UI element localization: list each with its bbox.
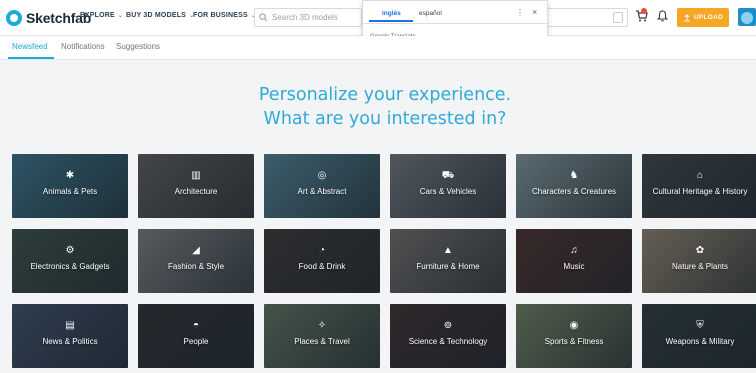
search-filter-icon[interactable] <box>613 12 623 23</box>
lamp-icon: ▲ <box>443 245 453 256</box>
category-label: Food & Drink <box>298 262 346 271</box>
category-label: Places & Travel <box>294 337 350 346</box>
shield-icon: ⛨ <box>696 320 704 331</box>
category-label: Science & Technology <box>408 337 488 346</box>
bug-icon: ✱ <box>65 170 75 181</box>
active-tab-indicator <box>8 57 54 59</box>
category-label: Music <box>563 262 585 271</box>
headline-line-2: What are you interested in? <box>263 109 507 129</box>
tab-suggestions[interactable]: Suggestions <box>116 42 160 51</box>
category-tile-sports-and-fitness[interactable]: ◉ Sports & Fitness <box>516 304 632 368</box>
page-headline: Personalize your experience. What are yo… <box>0 83 756 131</box>
category-label: News & Politics <box>42 337 98 346</box>
search-icon <box>259 13 268 22</box>
category-label: Furniture & Home <box>416 262 480 271</box>
category-tile-architecture[interactable]: ▥ Architecture <box>138 154 254 218</box>
category-tile-cultural-heritage-and-history[interactable]: ⌂ Cultural Heritage & History <box>642 154 756 218</box>
category-tile-fashion-and-style[interactable]: ◢ Fashion & Style <box>138 229 254 293</box>
category-tile-food-and-drink[interactable]: ◔ Food & Drink <box>264 229 380 293</box>
chevron-down-icon: ⌄ <box>117 13 124 19</box>
nav-business-label: FOR BUSINESS <box>193 12 248 19</box>
category-label: Characters & Creatures <box>531 187 617 196</box>
category-tile-nature-and-plants[interactable]: ✿ Nature & Plants <box>642 229 756 293</box>
category-label: Nature & Plants <box>671 262 729 271</box>
search-box-extension <box>548 8 628 27</box>
nav-buy-3d-models[interactable]: BUY 3D MODELS ⌄ <box>126 12 194 19</box>
car-icon: ⛟ <box>441 170 455 181</box>
nav-buy-label: BUY 3D MODELS <box>126 12 187 19</box>
category-tile-art-and-abstract[interactable]: ◎ Art & Abstract <box>264 154 380 218</box>
category-tile-news-and-politics[interactable]: ▤ News & Politics <box>12 304 128 368</box>
category-label: Cultural Heritage & History <box>652 187 748 196</box>
category-label: Cars & Vehicles <box>419 187 477 196</box>
sunglasses-icon: ◓ <box>192 320 200 331</box>
category-label: Weapons & Military <box>665 337 735 346</box>
nav-for-business[interactable]: FOR BUSINESS ⌄ <box>193 12 256 19</box>
category-tile-animals-and-pets[interactable]: ✱ Animals & Pets <box>12 154 128 218</box>
chip-icon: ⚙ <box>65 245 75 256</box>
spiral-icon: ◎ <box>317 170 327 181</box>
close-icon[interactable]: × <box>532 7 537 17</box>
category-tile-characters-and-creatures[interactable]: ♞ Characters & Creatures <box>516 154 632 218</box>
more-options-icon[interactable]: ⋮ <box>516 8 524 17</box>
ball-icon: ◉ <box>569 320 579 331</box>
flower-icon: ✿ <box>695 245 705 256</box>
category-tile-electronics-and-gadgets[interactable]: ⚙ Electronics & Gadgets <box>12 229 128 293</box>
translate-tab-target[interactable]: español <box>419 10 442 17</box>
category-tile-science-and-technology[interactable]: ⊚ Science & Technology <box>390 304 506 368</box>
atom-icon: ⊚ <box>443 320 453 331</box>
user-avatar[interactable] <box>738 8 756 26</box>
compass-icon: ✧ <box>317 320 327 331</box>
museum-icon: ⌂ <box>696 170 704 181</box>
upload-button[interactable]: UPLOAD <box>677 8 729 27</box>
search-input[interactable] <box>272 13 356 22</box>
category-label: Art & Abstract <box>297 187 347 196</box>
search-box <box>254 8 362 27</box>
news-icon: ▤ <box>65 320 75 331</box>
tab-newsfeed[interactable]: Newsfeed <box>12 42 48 51</box>
translate-divider <box>363 23 549 24</box>
logo-icon <box>6 10 22 26</box>
headphones-icon: ♫ <box>570 245 578 256</box>
category-tile-furniture-and-home[interactable]: ▲ Furniture & Home <box>390 229 506 293</box>
nav-explore[interactable]: EXPLORE ⌄ <box>80 12 123 19</box>
character-icon: ♞ <box>569 170 579 181</box>
category-label: People <box>183 337 209 346</box>
headline-line-1: Personalize your experience. <box>258 85 512 105</box>
category-tile-weapons-and-military[interactable]: ⛨ Weapons & Military <box>642 304 756 368</box>
translate-active-tab-indicator <box>369 20 413 22</box>
category-label: Animals & Pets <box>42 187 98 196</box>
category-label: Electronics & Gadgets <box>30 262 110 271</box>
shoe-icon: ◢ <box>192 245 200 256</box>
translate-tab-source[interactable]: inglés <box>382 10 401 17</box>
food-icon: ◔ <box>318 245 326 256</box>
nav-explore-label: EXPLORE <box>80 12 115 19</box>
tab-notifications[interactable]: Notifications <box>61 42 105 51</box>
cart-badge <box>641 8 647 14</box>
bell-icon[interactable] <box>657 10 668 22</box>
category-tile-places-and-travel[interactable]: ✧ Places & Travel <box>264 304 380 368</box>
category-tile-people[interactable]: ◓ People <box>138 304 254 368</box>
upload-label: UPLOAD <box>693 14 724 21</box>
building-icon: ▥ <box>191 170 201 181</box>
category-label: Fashion & Style <box>167 262 225 271</box>
category-label: Sports & Fitness <box>544 337 604 346</box>
sketchfab-logo[interactable]: Sketchfab <box>6 8 91 28</box>
category-tile-music[interactable]: ♫ Music <box>516 229 632 293</box>
feed-tabs: Newsfeed Notifications Suggestions <box>0 36 756 60</box>
category-tile-cars-and-vehicles[interactable]: ⛟ Cars & Vehicles <box>390 154 506 218</box>
category-label: Architecture <box>174 187 218 196</box>
upload-icon <box>683 13 690 21</box>
